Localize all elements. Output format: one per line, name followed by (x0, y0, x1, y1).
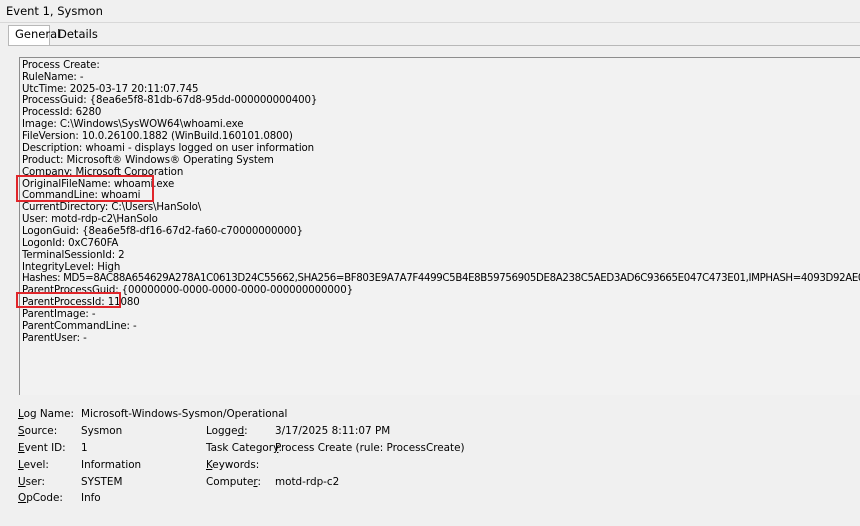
event-id-value: 1 (81, 442, 88, 454)
keywords-label: Keywords: (206, 459, 260, 471)
event-id-label: Event ID: (18, 442, 66, 454)
level-label: Level: (18, 459, 49, 471)
description-line: ParentImage: - (22, 309, 96, 320)
level-value: Information (81, 459, 142, 471)
log-name-value: Microsoft-Windows-Sysmon/Operational (81, 408, 288, 420)
computer-value: motd-rdp-c2 (275, 476, 340, 488)
logged-label: Logged: (206, 425, 248, 437)
tab-general[interactable]: General (8, 25, 60, 45)
task-category-value: Process Create (rule: ProcessCreate) (275, 442, 465, 454)
user-label: User: (18, 476, 46, 488)
description-line: TerminalSessionId: 2 (22, 250, 125, 261)
description-line: ParentCommandLine: - (22, 321, 137, 332)
window-titlebar: Event 1, Sysmon (0, 0, 860, 23)
source-label: Source: (18, 425, 58, 437)
opcode-value: Info (81, 492, 101, 504)
log-name-label: Log Name: (18, 408, 75, 420)
tab-details[interactable]: Details (52, 26, 98, 45)
description-line: LogonGuid: {8ea6e5f8-df16-67d2-fa60-c700… (22, 226, 303, 237)
description-line: ParentUser: - (22, 333, 87, 344)
event-description-box[interactable]: Process Create: RuleName: - UtcTime: 202… (19, 57, 860, 395)
description-line: Process Create: (22, 60, 100, 71)
description-line-hashes: Hashes: MD5=8AC88A654629A278A1C0613D24C5… (22, 273, 860, 284)
description-line: FileVersion: 10.0.26100.1882 (WinBuild.1… (22, 131, 293, 142)
task-category-label: Task Category: (206, 442, 282, 454)
description-line: RuleName: - (22, 72, 84, 83)
description-line: Description: whoami - displays logged on… (22, 143, 315, 154)
computer-label: Computer: (206, 476, 261, 488)
highlight-box-originalfilename-commandline (16, 175, 154, 202)
description-line: ProcessGuid: {8ea6e5f8-81db-67d8-95dd-00… (22, 95, 318, 106)
description-line: User: motd-rdp-c2\HanSolo (22, 214, 158, 225)
logged-value: 3/17/2025 8:11:07 PM (275, 425, 391, 437)
opcode-label: OpCode: (18, 492, 63, 504)
window-title: Event 1, Sysmon (6, 4, 103, 18)
description-line: Product: Microsoft® Windows® Operating S… (22, 155, 274, 166)
description-line: Image: C:\Windows\SysWOW64\whoami.exe (22, 119, 244, 130)
description-line: CurrentDirectory: C:\Users\HanSolo\ (22, 202, 202, 213)
description-line: ProcessId: 6280 (22, 107, 102, 118)
user-value: SYSTEM (81, 476, 123, 488)
highlight-box-parentprocessid (16, 292, 121, 308)
source-value: Sysmon (81, 425, 123, 437)
description-line: LogonId: 0xC760FA (22, 238, 119, 249)
